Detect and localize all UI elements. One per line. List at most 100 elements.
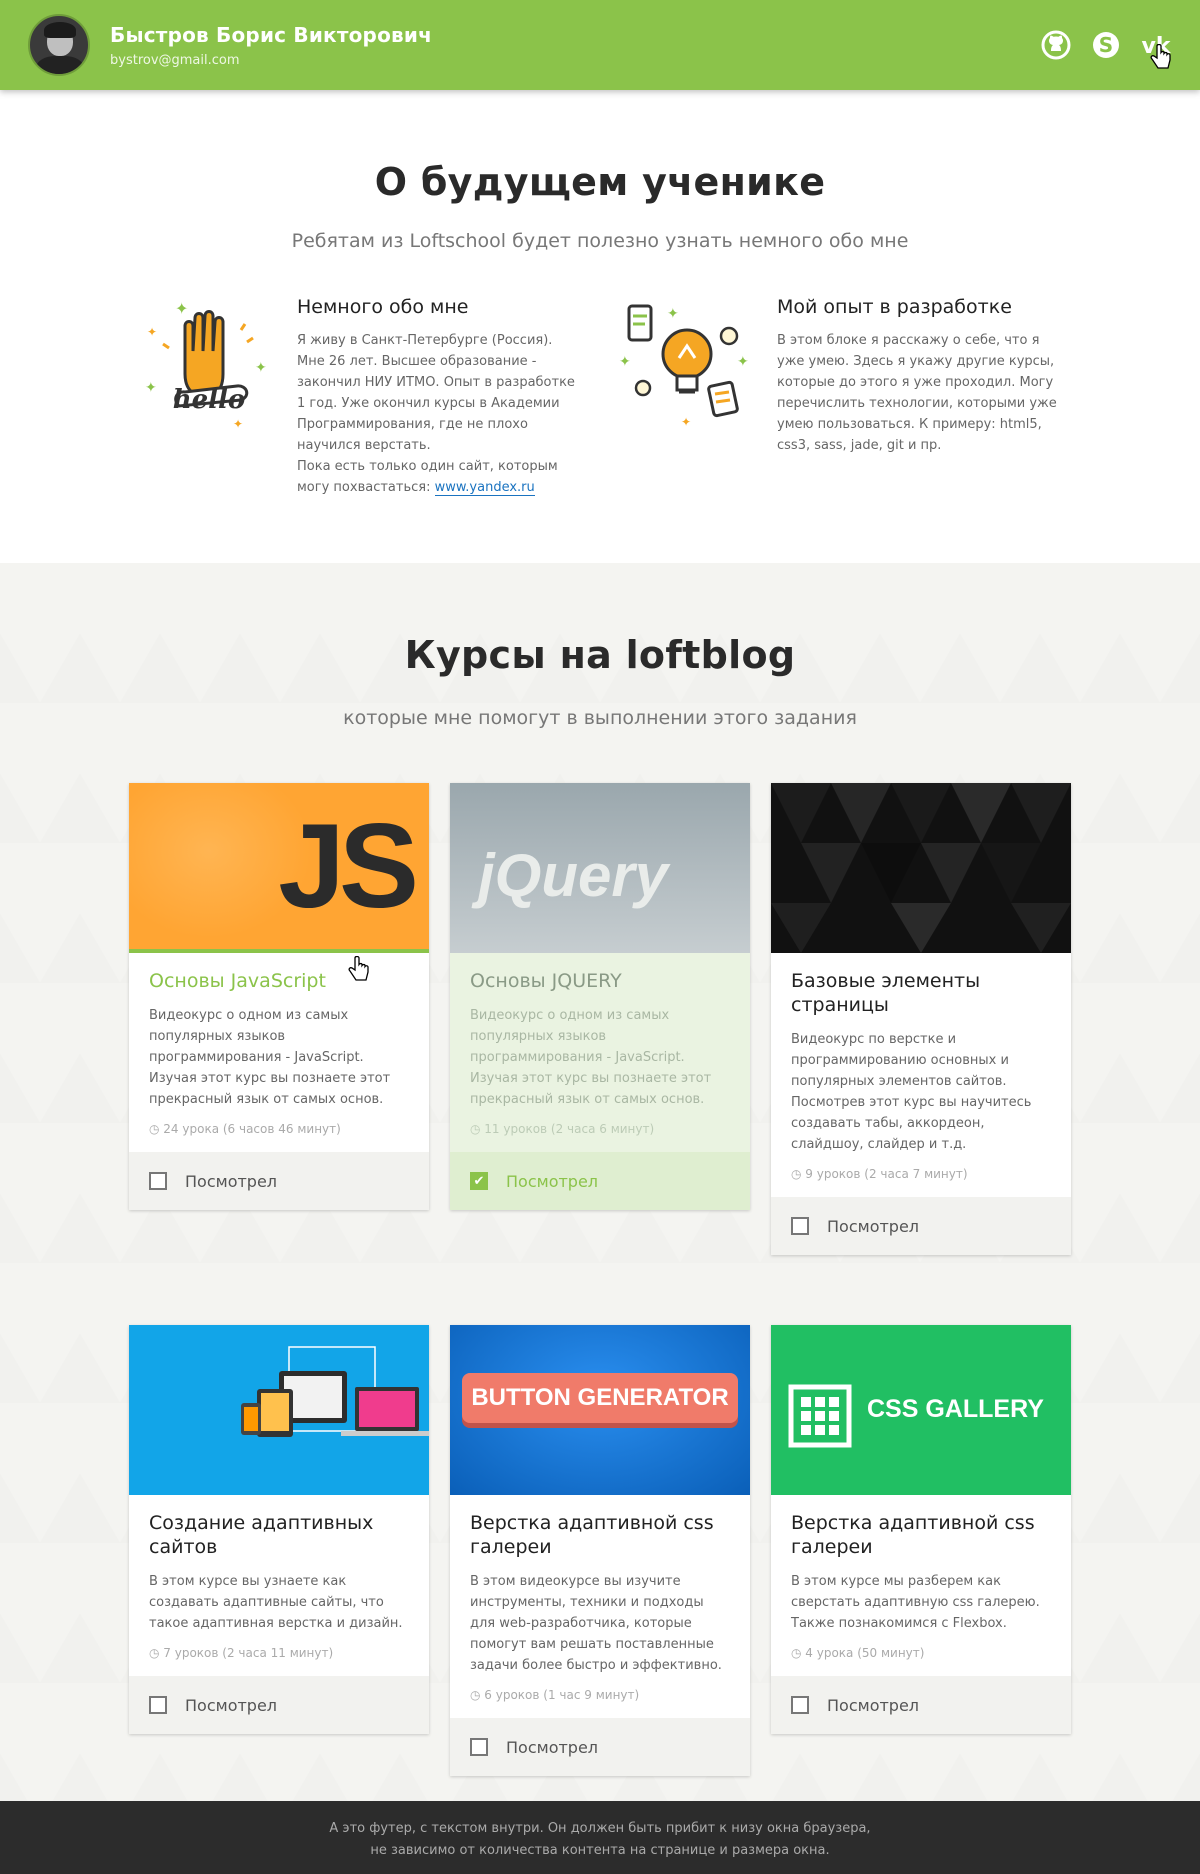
course-thumbnail: CSS GALLERY xyxy=(771,1325,1071,1495)
svg-text:✦: ✦ xyxy=(147,325,157,339)
svg-text:✦: ✦ xyxy=(145,380,157,396)
watched-toggle[interactable]: ✔ Посмотрел xyxy=(450,1152,750,1210)
svg-text:✦: ✦ xyxy=(233,417,243,431)
svg-text:✦: ✦ xyxy=(255,360,267,376)
about-title: О будущем ученике xyxy=(374,160,826,204)
social-links: S vk xyxy=(1040,29,1172,61)
course-meta: ◷ 6 уроков (1 час 9 минут) xyxy=(470,1688,640,1702)
watched-label: Посмотрел xyxy=(185,1695,278,1715)
footer-line-1: А это футер, с текстом внутри. Он должен… xyxy=(329,1821,871,1836)
watched-checkbox[interactable] xyxy=(149,1172,167,1190)
avatar[interactable] xyxy=(28,14,90,76)
clock-icon: ◷ xyxy=(149,1122,164,1136)
svg-text:✦: ✦ xyxy=(737,354,749,370)
course-card[interactable]: jQuery Основы JQUERY Видеокурс о одном и… xyxy=(450,783,750,1210)
course-title[interactable]: Основы JavaScript xyxy=(149,969,409,993)
footer: А это футер, с текстом внутри. Он должен… xyxy=(0,1801,1200,1874)
course-thumbnail: JS xyxy=(129,783,429,953)
triangle-pattern xyxy=(771,783,1071,953)
skype-icon[interactable]: S xyxy=(1090,29,1122,61)
watched-toggle[interactable]: Посмотрел xyxy=(771,1197,1071,1255)
courses-section: Курсы на loftblog которые мне помогут в … xyxy=(0,563,1200,1801)
user-name: Быстров Борис Викторович xyxy=(110,22,433,47)
about-item-me: hello ✦ ✦ ✦ ✦ ✦ Немного обо мне Я живу в… xyxy=(137,296,583,498)
about-item-experience: ✦ ✦ ✦ ✦ Мой опыт в разработке В этом бло… xyxy=(617,296,1063,498)
course-thumbnail xyxy=(771,783,1071,953)
course-grid: JS Основы JavaScript Видеокурс о одном и… xyxy=(129,783,1071,1776)
github-icon[interactable] xyxy=(1040,29,1072,61)
watched-toggle[interactable]: Посмотрел xyxy=(450,1718,750,1776)
course-title[interactable]: Основы JQUERY xyxy=(470,969,730,993)
devices-illustration xyxy=(241,1346,429,1437)
course-desc: Видеокурс о одном из самых популярных яз… xyxy=(149,1008,391,1107)
watched-toggle[interactable]: Посмотрел xyxy=(771,1676,1071,1734)
yandex-link[interactable]: www.yandex.ru xyxy=(434,480,535,496)
course-meta: ◷ 9 уроков (2 часа 7 минут) xyxy=(791,1167,968,1181)
css-gallery-logo: CSS GALLERY xyxy=(867,1395,1044,1423)
course-title[interactable]: Верстка адаптивной css галереи xyxy=(470,1511,730,1559)
clock-icon: ◷ xyxy=(470,1688,485,1702)
course-meta: ◷ 11 уроков (2 часа 6 минут) xyxy=(470,1122,655,1136)
clock-icon: ◷ xyxy=(791,1167,806,1181)
about-me-heading: Немного обо мне xyxy=(297,296,469,318)
clock-icon: ◷ xyxy=(791,1646,806,1660)
svg-text:✦: ✦ xyxy=(681,415,691,429)
course-card[interactable]: Создание адаптивных сайтов В этом курсе … xyxy=(129,1325,429,1734)
svg-text:S: S xyxy=(1099,33,1113,57)
lightbulb-icon: ✦ ✦ ✦ ✦ xyxy=(617,296,777,436)
course-meta: ◷ 24 урока (6 часов 46 минут) xyxy=(149,1122,341,1136)
watched-label: Посмотрел xyxy=(827,1695,920,1715)
svg-text:✦: ✦ xyxy=(619,354,631,370)
experience-text: В этом блоке я расскажу о себе, что я уж… xyxy=(777,333,1057,453)
vk-icon[interactable]: vk xyxy=(1140,29,1172,61)
button-generator-logo: BUTTON GENERATOR xyxy=(462,1373,738,1423)
about-subtitle: Ребятам из Loftschool будет полезно узна… xyxy=(291,230,909,252)
watched-checkbox[interactable] xyxy=(791,1217,809,1235)
course-card[interactable]: BUTTON GENERATOR Верстка адаптивной css … xyxy=(450,1325,750,1776)
svg-text:✦: ✦ xyxy=(175,299,188,318)
jquery-logo: jQuery xyxy=(478,842,669,909)
courses-subtitle: которые мне помогут в выполнении этого з… xyxy=(343,707,857,729)
user-email: bystrov@gmail.com xyxy=(110,52,240,68)
svg-text:hello: hello xyxy=(173,385,246,415)
course-title[interactable]: Верстка адаптивной css галереи xyxy=(791,1511,1051,1559)
course-thumbnail: jQuery xyxy=(450,783,750,953)
course-thumbnail: BUTTON GENERATOR xyxy=(450,1325,750,1495)
experience-heading: Мой опыт в разработке xyxy=(777,296,1012,318)
js-logo: JS xyxy=(278,799,419,933)
course-desc: Видеокурс о одном из самых популярных яз… xyxy=(470,1008,712,1107)
watched-toggle[interactable]: Посмотрел xyxy=(129,1676,429,1734)
course-title[interactable]: Базовые элементы страницы xyxy=(791,969,1051,1017)
watched-checkbox[interactable] xyxy=(149,1696,167,1714)
about-me-text: Я живу в Санкт-Петербурге (Россия). Мне … xyxy=(297,333,575,496)
course-desc: В этом курсе вы узнаете как создавать ад… xyxy=(149,1574,403,1631)
watched-toggle[interactable]: Посмотрел xyxy=(129,1152,429,1210)
course-desc: Видеокурс по верстке и программированию … xyxy=(791,1032,1032,1152)
watched-checkbox[interactable] xyxy=(791,1696,809,1714)
checkmark-icon[interactable]: ✔ xyxy=(470,1172,488,1190)
course-meta: ◷ 4 урока (50 минут) xyxy=(791,1646,925,1660)
svg-text:vk: vk xyxy=(1142,34,1172,59)
course-desc: В этом видеокурсе вы изучите инструменты… xyxy=(470,1574,722,1673)
watched-label: Посмотрел xyxy=(827,1216,920,1236)
top-bar: Быстров Борис Викторович bystrov@gmail.c… xyxy=(0,0,1200,90)
watched-label: Посмотрел xyxy=(185,1171,278,1191)
course-desc: В этом курсе мы разберем как сверстать а… xyxy=(791,1574,1040,1631)
watched-label: Посмотрел xyxy=(506,1737,599,1757)
about-section: О будущем ученике Ребятам из Loftschool … xyxy=(0,90,1200,563)
clock-icon: ◷ xyxy=(149,1646,164,1660)
course-meta: ◷ 7 уроков (2 часа 11 минут) xyxy=(149,1646,334,1660)
watched-label: Посмотрел xyxy=(506,1171,599,1191)
course-card[interactable]: Базовые элементы страницы Видеокурс по в… xyxy=(771,783,1071,1255)
course-card[interactable]: CSS GALLERY Верстка адаптивной css галер… xyxy=(771,1325,1071,1734)
course-card[interactable]: JS Основы JavaScript Видеокурс о одном и… xyxy=(129,783,429,1210)
user-info: Быстров Борис Викторович bystrov@gmail.c… xyxy=(110,23,432,68)
courses-title: Курсы на loftblog xyxy=(404,633,796,677)
hello-hand-icon: hello ✦ ✦ ✦ ✦ ✦ xyxy=(137,296,297,436)
watched-checkbox[interactable] xyxy=(470,1738,488,1756)
footer-line-2: не зависимо от количества контента на ст… xyxy=(370,1843,830,1858)
course-thumbnail xyxy=(129,1325,429,1495)
course-title[interactable]: Создание адаптивных сайтов xyxy=(149,1511,409,1559)
clock-icon: ◷ xyxy=(470,1122,485,1136)
svg-text:✦: ✦ xyxy=(667,306,679,322)
